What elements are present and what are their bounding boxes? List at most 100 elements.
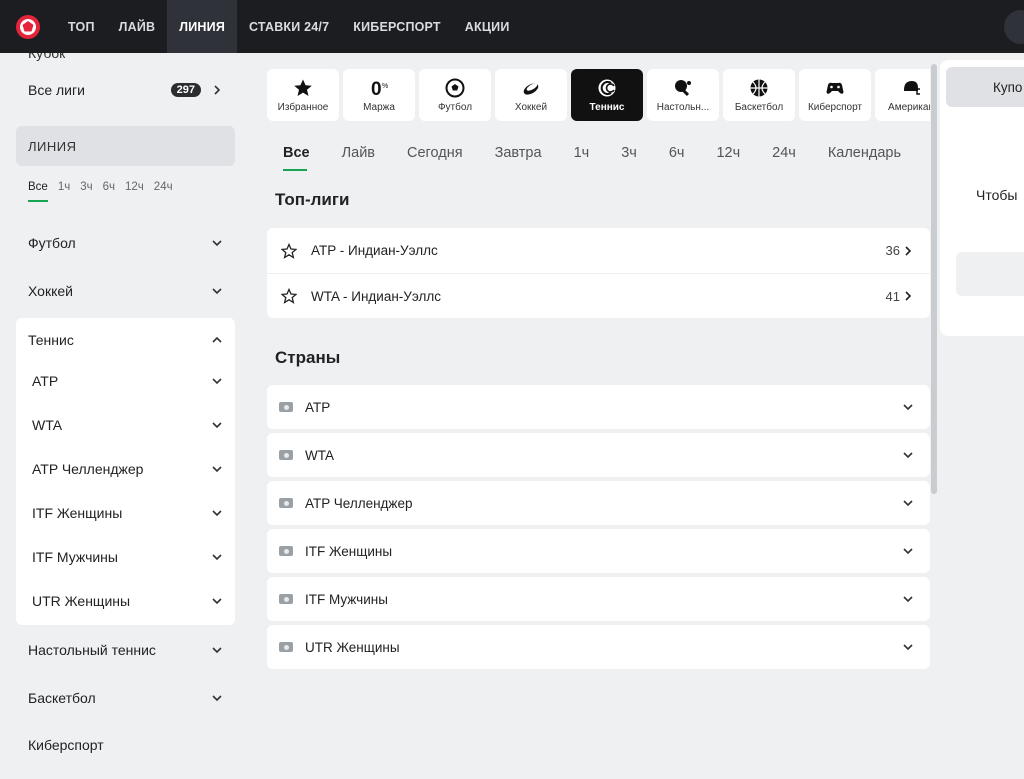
- chevron-down-icon: [903, 452, 913, 459]
- tab-24h[interactable]: 24ч: [756, 135, 812, 171]
- world-flag-icon: [279, 642, 293, 652]
- time-filter-all[interactable]: Все: [28, 181, 48, 202]
- country-row-utr-women[interactable]: UTR Женщины: [267, 625, 930, 669]
- sidebar-subitem-itf-men[interactable]: ITF Мужчины: [16, 535, 235, 579]
- sidebar-subitem-atp-challenger[interactable]: ATP Челленджер: [16, 447, 235, 491]
- sport-tile-label: Баскетбол: [734, 101, 784, 113]
- chevron-down-icon: [903, 548, 913, 555]
- tennis-ball-icon: [598, 79, 616, 96]
- sidebar-time-filters: Все 1ч 3ч 6ч 12ч 24ч: [28, 181, 183, 202]
- world-flag-icon: [279, 402, 293, 412]
- star-outline-icon[interactable]: [281, 242, 297, 259]
- logo[interactable]: [0, 0, 56, 53]
- bet-slip-action-button[interactable]: [956, 252, 1024, 296]
- league-row[interactable]: WTA - Индиан-Уэллс 41: [267, 273, 930, 318]
- chevron-right-icon: [905, 291, 912, 301]
- sport-tile-label: Настольн...: [656, 101, 710, 113]
- time-filter-12h[interactable]: 12ч: [125, 181, 144, 202]
- league-name: WTA - Индиан-Уэллс: [311, 288, 441, 304]
- sidebar-item-hockey[interactable]: Хоккей: [16, 269, 235, 313]
- country-row-wta[interactable]: WTA: [267, 433, 930, 477]
- sport-tile-margin[interactable]: 0% Маржа: [343, 69, 415, 121]
- nav-item-live[interactable]: ЛАЙВ: [107, 0, 168, 53]
- sidebar-subitem-label: WTA: [32, 417, 63, 433]
- sidebar-all-leagues[interactable]: Все лиги 297: [16, 68, 235, 112]
- sport-tile-football[interactable]: Футбол: [419, 69, 491, 121]
- sidebar-subitem-label: ATP Челленджер: [32, 461, 144, 477]
- leagues-count-badge: 297: [170, 83, 201, 97]
- country-name: UTR Женщины: [305, 639, 400, 655]
- line-section-header[interactable]: ЛИНИЯ: [16, 126, 235, 166]
- sidebar-subitem-label: ITF Женщины: [32, 505, 123, 521]
- sport-tile-label: Американ: [888, 101, 930, 113]
- country-row-atp-challenger[interactable]: ATP Челленджер: [267, 481, 930, 525]
- chevron-down-icon: [212, 378, 222, 385]
- time-filter-6h[interactable]: 6ч: [103, 181, 115, 202]
- chevron-down-icon: [212, 510, 222, 517]
- sport-tile-tennis[interactable]: Теннис: [571, 69, 643, 121]
- chevron-down-icon: [903, 500, 913, 507]
- sport-tile-basketball[interactable]: Баскетбол: [723, 69, 795, 121]
- nav-item-line[interactable]: ЛИНИЯ: [167, 0, 238, 53]
- star-outline-icon[interactable]: [281, 288, 297, 304]
- chevron-down-icon: [903, 596, 913, 603]
- top-navigation: ТОП ЛАЙВ ЛИНИЯ СТАВКИ 24/7 КИБЕРСПОРТ АК…: [0, 0, 1024, 53]
- country-row-itf-women[interactable]: ITF Женщины: [267, 529, 930, 573]
- sidebar-item-tennis[interactable]: Теннис: [16, 318, 235, 362]
- tab-all[interactable]: Все: [267, 135, 326, 171]
- svg-text:0: 0: [371, 79, 382, 98]
- tab-3h[interactable]: 3ч: [605, 135, 653, 171]
- sport-tile-label: Киберспорт: [807, 101, 863, 113]
- hockey-puck-icon: [523, 82, 539, 95]
- tab-tomorrow[interactable]: Завтра: [479, 135, 558, 171]
- tab-12h[interactable]: 12ч: [700, 135, 756, 171]
- countries-title: Страны: [275, 348, 341, 367]
- tab-live[interactable]: Лайв: [326, 135, 391, 171]
- sidebar-item-table-tennis[interactable]: Настольный теннис: [16, 628, 235, 672]
- league-row[interactable]: ATP - Индиан-Уэллс 36: [267, 228, 930, 273]
- league-count-value: 36: [885, 243, 900, 258]
- world-flag-icon: [279, 450, 293, 460]
- sport-tile-favorites[interactable]: Избранное: [267, 69, 339, 121]
- time-filter-24h[interactable]: 24ч: [154, 181, 173, 202]
- sidebar-item-esports[interactable]: Киберспорт: [16, 723, 235, 767]
- nav-item-promotions[interactable]: АКЦИИ: [453, 0, 522, 53]
- sidebar-item-label: Футбол: [28, 235, 76, 251]
- sidebar-subitem-wta[interactable]: WTA: [16, 403, 235, 447]
- sidebar-item-label: Киберспорт: [28, 737, 104, 753]
- country-row-itf-men[interactable]: ITF Мужчины: [267, 577, 930, 621]
- nav-item-esports[interactable]: КИБЕРСПОРТ: [341, 0, 453, 53]
- main-scrollbar[interactable]: [931, 64, 937, 494]
- active-tab-indicator: [283, 169, 307, 171]
- sidebar-subitem-itf-women[interactable]: ITF Женщины: [16, 491, 235, 535]
- tab-today[interactable]: Сегодня: [391, 135, 479, 171]
- sidebar-item-basketball[interactable]: Баскетбол: [16, 676, 235, 720]
- sport-tile-esports[interactable]: Киберспорт: [799, 69, 871, 121]
- sport-tile-american-football[interactable]: Американ: [875, 69, 930, 121]
- country-name: ITF Мужчины: [305, 591, 388, 607]
- sidebar-cut-label[interactable]: Кубок: [28, 53, 65, 61]
- league-count: 41: [886, 289, 912, 304]
- league-name: ATP - Индиан-Уэллс: [311, 243, 438, 258]
- search-icon[interactable]: [1004, 10, 1024, 44]
- chevron-down-icon: [212, 466, 222, 473]
- sidebar-item-football[interactable]: Футбол: [16, 221, 235, 265]
- tab-6h[interactable]: 6ч: [653, 135, 701, 171]
- world-flag-icon: [279, 546, 293, 556]
- nav-item-top[interactable]: ТОП: [56, 0, 107, 53]
- time-filter-3h[interactable]: 3ч: [80, 181, 92, 202]
- basketball-icon: [750, 79, 768, 96]
- nav-item-bets-247[interactable]: СТАВКИ 24/7: [237, 0, 341, 53]
- tab-1h[interactable]: 1ч: [558, 135, 606, 171]
- sidebar-item-label: Хоккей: [28, 283, 73, 299]
- tab-calendar[interactable]: Календарь: [812, 135, 917, 171]
- sport-tile-hockey[interactable]: Хоккей: [495, 69, 567, 121]
- time-filter-1h[interactable]: 1ч: [58, 181, 70, 202]
- sidebar-subitem-atp[interactable]: ATP: [16, 359, 235, 403]
- sidebar-subitem-utr-women[interactable]: UTR Женщины: [16, 579, 235, 623]
- country-row-atp[interactable]: ATP: [267, 385, 930, 429]
- chevron-down-icon: [903, 404, 913, 411]
- top-leagues-title: Топ-лиги: [275, 190, 350, 209]
- coupon-tab[interactable]: Купо: [946, 67, 1024, 107]
- sport-tile-table-tennis[interactable]: Настольн...: [647, 69, 719, 121]
